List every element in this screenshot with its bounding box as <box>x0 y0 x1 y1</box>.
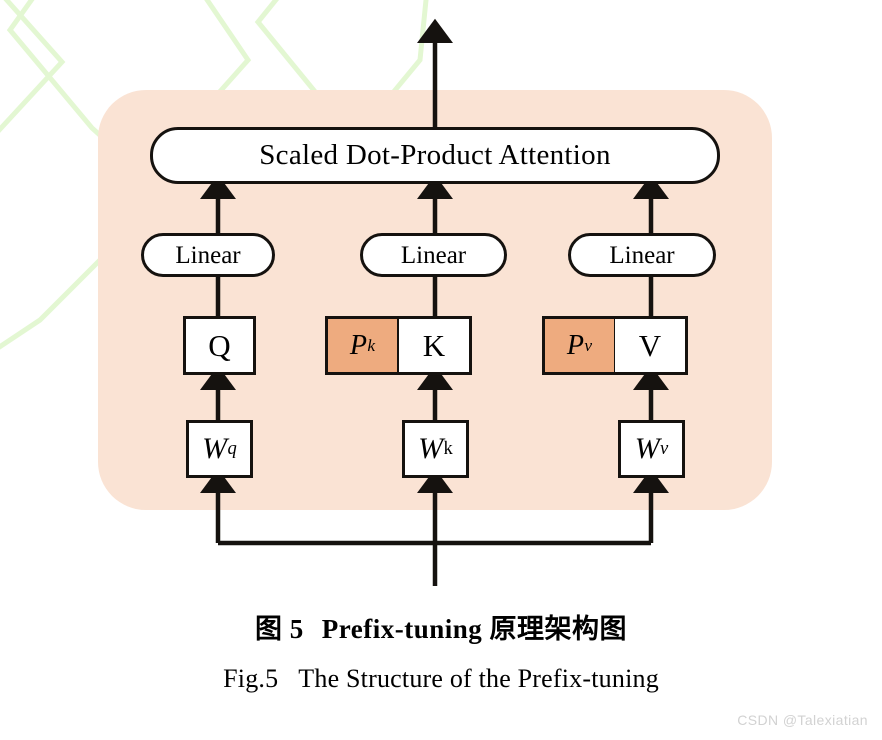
caption-chinese-title-term: Prefix-tuning <box>321 614 483 644</box>
caption-english: Fig.5 The Structure of the Prefix-tuning <box>0 664 882 694</box>
caption-english-title: The Structure of the Prefix-tuning <box>298 664 659 693</box>
caption-chinese-title-rest: 原理架构图 <box>489 614 627 644</box>
caption-english-figure-number: Fig.5 <box>223 664 279 693</box>
figure-root: Scaled Dot-Product Attention Linear Line… <box>0 0 882 740</box>
caption-chinese-figure-number: 图 5 <box>255 614 304 644</box>
csdn-watermark: CSDN @Talexiatian <box>737 712 868 728</box>
caption-chinese: 图 5 Prefix-tuning 原理架构图 <box>0 607 882 646</box>
caption-layer: 图 5 Prefix-tuning 原理架构图 Fig.5 The Structur… <box>0 0 882 740</box>
